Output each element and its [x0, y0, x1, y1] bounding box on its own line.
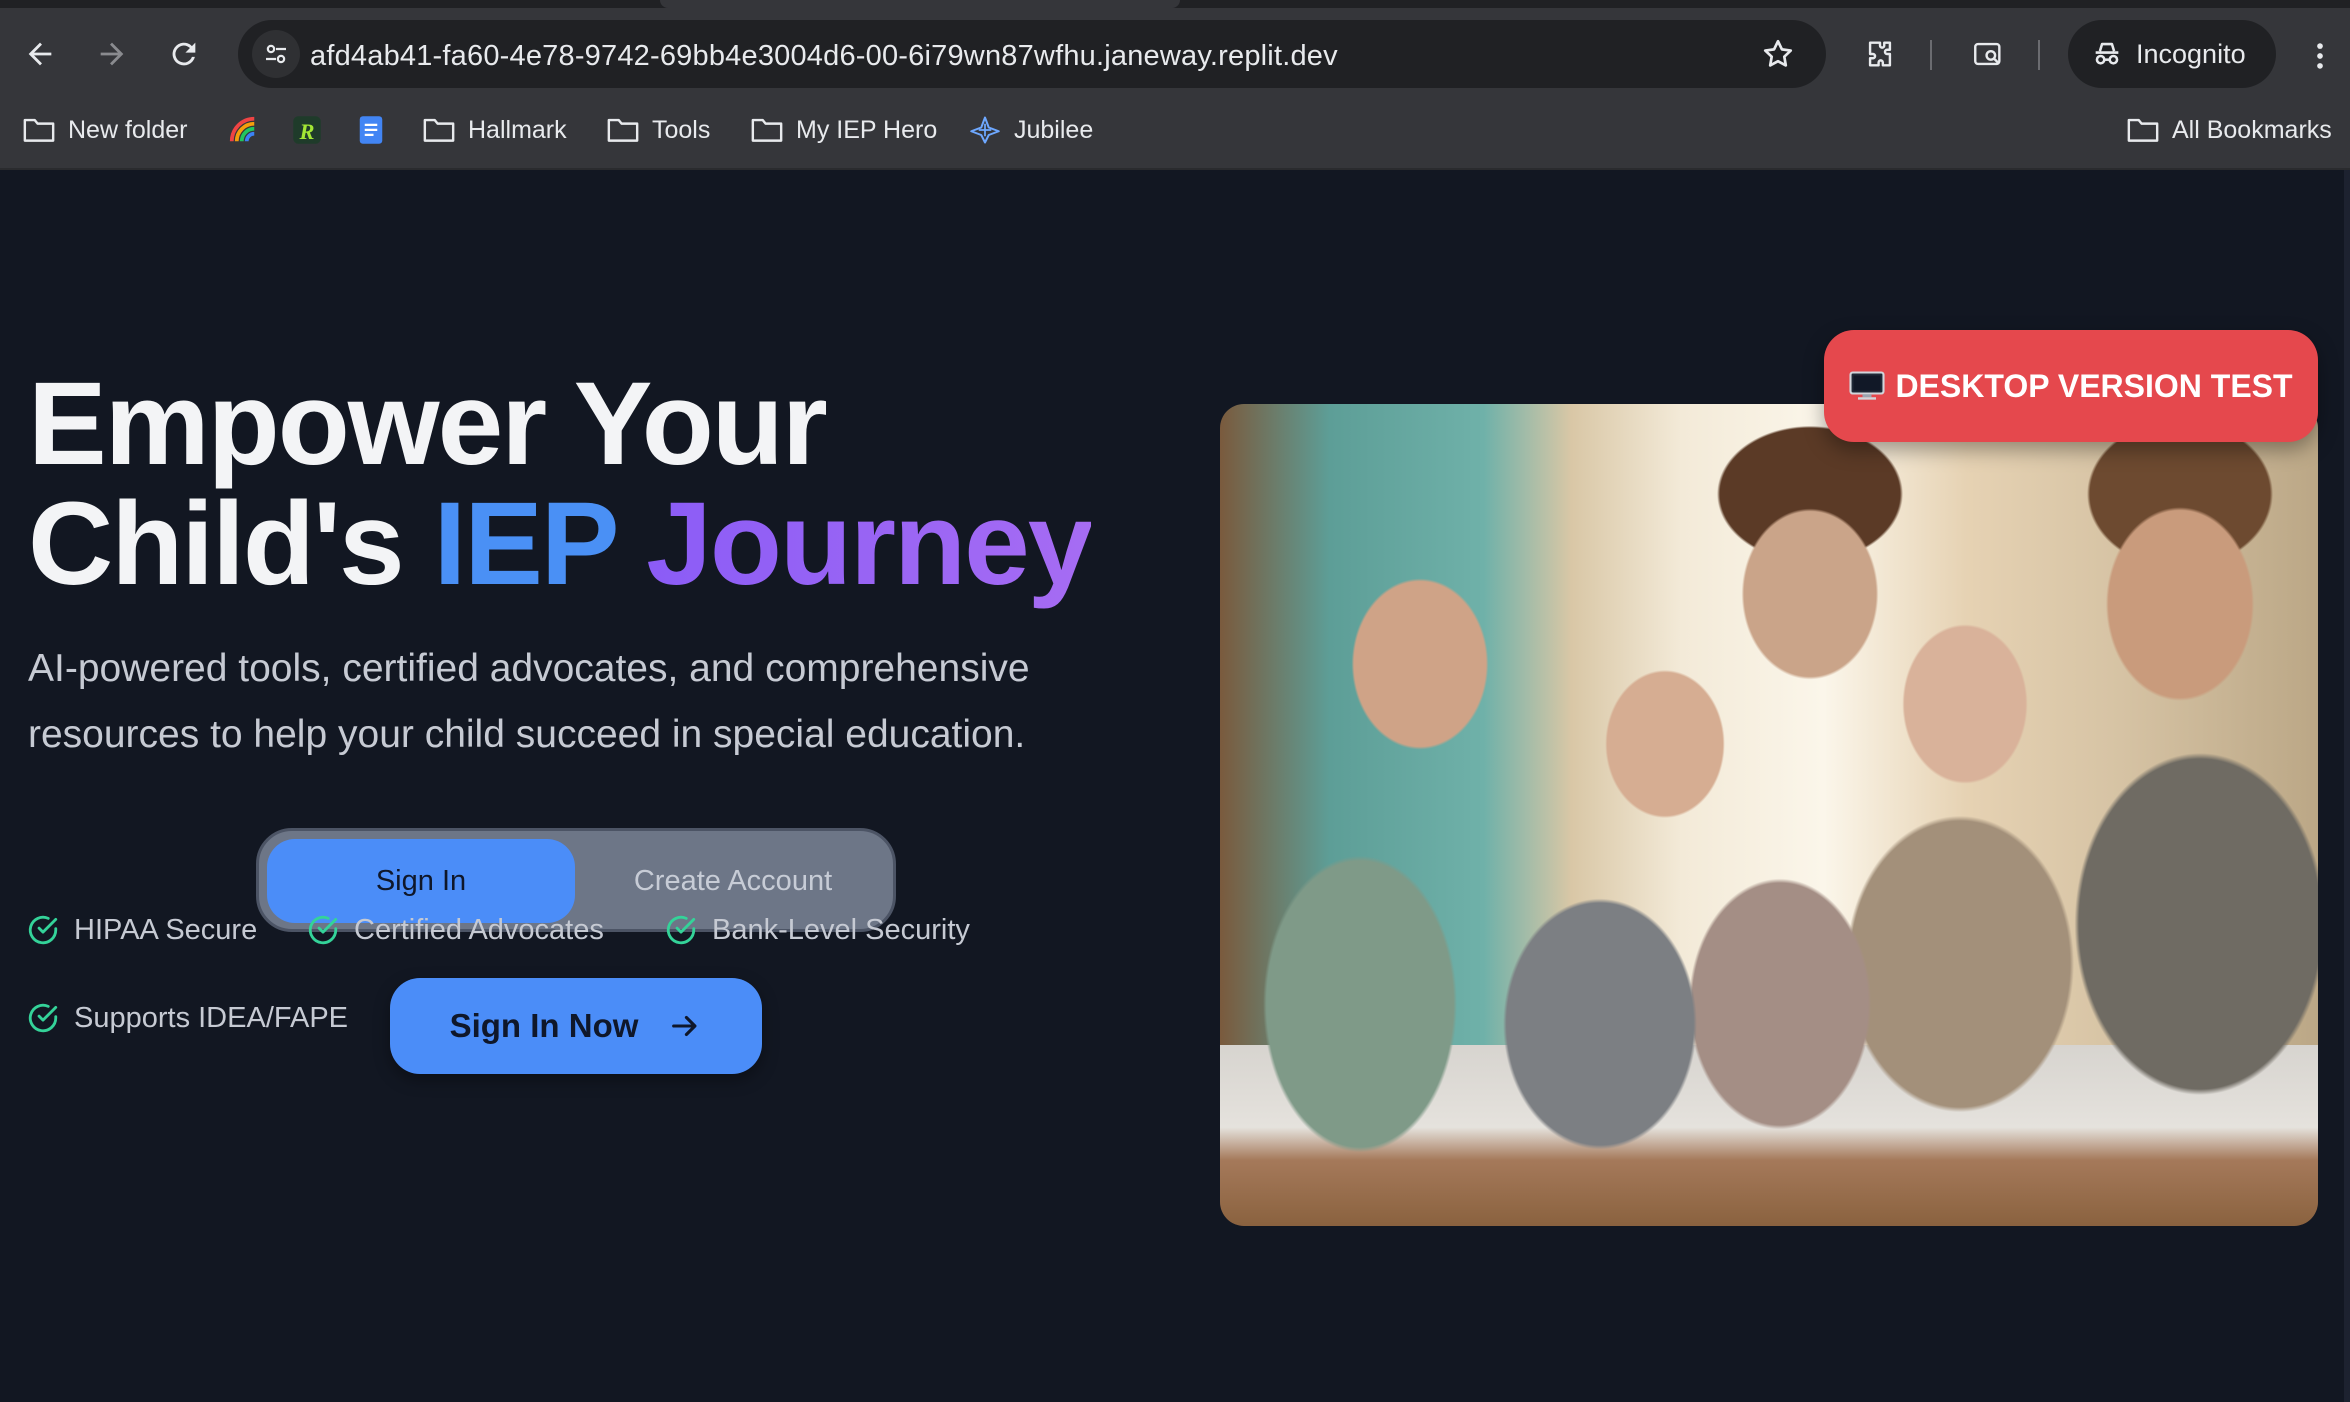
feature-label: Certified Advocates — [354, 913, 604, 946]
feature-bank-level-security: Bank-Level Security — [664, 910, 970, 950]
family-hero-image — [1220, 404, 2318, 1226]
bookmark-docs[interactable] — [354, 110, 388, 150]
feature-label: Bank-Level Security — [712, 913, 970, 946]
bookmark-label: My IEP Hero — [796, 115, 938, 144]
address-bar[interactable]: afd4ab41-fa60-4e78-9742-69bb4e3004d6-00-… — [238, 20, 1826, 88]
desktop-version-badge: DESKTOP VERSION TEST — [1824, 330, 2318, 442]
browser-menu-button[interactable] — [2302, 34, 2338, 78]
folder-icon — [23, 118, 55, 142]
hero-title-line-1: Empower Your — [28, 358, 828, 490]
folder-icon — [607, 118, 639, 142]
jubilee-icon — [970, 116, 1000, 144]
feature-hipaa-secure: HIPAA Secure — [26, 910, 257, 950]
arrow-right-icon — [672, 1015, 697, 1037]
rainbow-app-icon — [229, 116, 255, 142]
check-circle-icon — [308, 915, 338, 945]
feature-supports-idea-fape: Supports IDEA/FAPE — [26, 998, 348, 1038]
folder-icon — [751, 118, 783, 142]
bookmark-r-app[interactable]: R — [290, 110, 324, 150]
all-bookmarks-label: All Bookmarks — [2172, 115, 2332, 144]
hero-subtitle: AI-powered tools, certified advocates, a… — [28, 647, 1030, 756]
active-tab-edge[interactable] — [660, 0, 1180, 8]
toolbar-divider — [1930, 40, 1932, 70]
star-icon[interactable] — [1760, 36, 1796, 72]
browser-chrome: afd4ab41-fa60-4e78-9742-69bb4e3004d6-00-… — [0, 0, 2350, 248]
bookmark-rainbow[interactable] — [226, 110, 260, 150]
feature-certified-advocates: Certified Advocates — [306, 910, 604, 950]
bookmark-label: New folder — [68, 115, 188, 144]
hero-title-journey: Journey — [646, 478, 1093, 610]
reload-icon — [172, 42, 196, 66]
profile-label: Incognito — [2136, 38, 2246, 69]
puzzle-icon — [1868, 41, 1892, 67]
all-bookmarks-button[interactable]: All Bookmarks — [2126, 110, 2332, 150]
back-button[interactable] — [18, 32, 62, 76]
reload-button[interactable] — [162, 32, 206, 76]
r-app-icon: R — [293, 116, 321, 144]
folder-icon — [2127, 118, 2159, 142]
hero-title-prefix: Child's — [28, 478, 405, 610]
hero-title: Empower Your Child's IEP Journey — [28, 364, 1093, 604]
page-scrollbar[interactable] — [2344, 170, 2350, 1402]
incognito-icon — [2095, 42, 2119, 65]
tune-icon — [266, 44, 286, 64]
bookmark-my-iep-hero[interactable]: My IEP Hero — [750, 110, 937, 150]
check-circle-icon — [28, 1003, 58, 1033]
site-info-button[interactable] — [252, 30, 300, 78]
hero-title-iep: IEP — [433, 478, 617, 610]
docs-icon — [359, 116, 383, 144]
landing-page: Empower Your Child's IEP Journey AI-powe… — [0, 170, 2350, 1402]
svg-text:R: R — [299, 119, 315, 144]
folder-icon — [423, 118, 455, 142]
badge-label: DESKTOP VERSION TEST — [1895, 367, 2293, 404]
bookmark-label: Tools — [652, 115, 711, 144]
tab-search-icon — [1974, 42, 2001, 66]
more-vertical-icon — [2317, 43, 2323, 69]
check-circle-icon — [28, 915, 58, 945]
check-circle-icon — [666, 915, 696, 945]
desktop-monitor-icon — [1849, 371, 1885, 400]
tab-strip — [0, 0, 2350, 8]
url-text[interactable]: afd4ab41-fa60-4e78-9742-69bb4e3004d6-00-… — [310, 40, 1338, 73]
sign-in-now-button[interactable]: Sign In Now — [390, 978, 762, 1074]
arrow-left-icon — [28, 42, 52, 66]
bookmark-label: Hallmark — [468, 115, 567, 144]
bookmarks-bar: New folder R Hallmark Tools My IEP Hero … — [0, 104, 2350, 248]
bookmark-label: Jubilee — [1014, 115, 1094, 144]
bookmark-tools[interactable]: Tools — [606, 110, 710, 150]
extensions-button[interactable] — [1858, 32, 1902, 76]
tab-search-button[interactable] — [1966, 32, 2010, 76]
bookmark-jubilee[interactable]: Jubilee — [968, 110, 1093, 150]
toolbar-divider — [2038, 40, 2040, 70]
bookmark-new-folder[interactable]: New folder — [22, 110, 188, 150]
arrow-right-icon — [100, 42, 124, 66]
feature-label: Supports IDEA/FAPE — [74, 1001, 349, 1034]
feature-label: HIPAA Secure — [74, 913, 258, 946]
forward-button[interactable] — [90, 32, 134, 76]
bookmark-hallmark[interactable]: Hallmark — [422, 110, 567, 150]
sign-in-now-label: Sign In Now — [449, 1007, 639, 1044]
browser-toolbar: afd4ab41-fa60-4e78-9742-69bb4e3004d6-00-… — [0, 14, 2350, 94]
family-hero-image-figures — [1220, 404, 2318, 1226]
profile-button[interactable]: Incognito — [2068, 20, 2276, 88]
